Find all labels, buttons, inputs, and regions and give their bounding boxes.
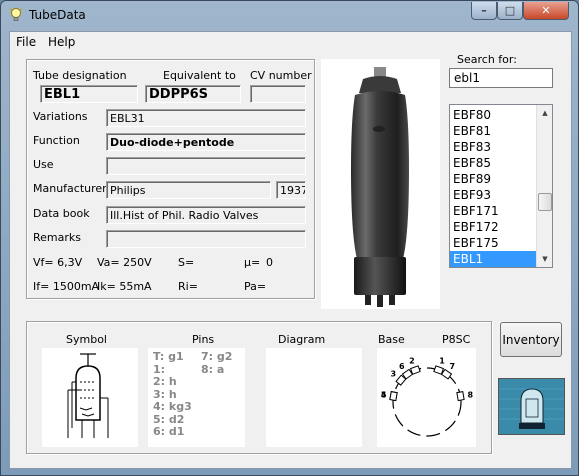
pa-spec: Pa= [244, 280, 267, 293]
data-book-field[interactable]: Ill.Hist of Phil. Radio Valves [106, 206, 306, 224]
search-input[interactable] [449, 68, 553, 88]
search-label: Search for: [457, 53, 517, 66]
minimize-button[interactable]: – [471, 2, 497, 20]
list-item[interactable]: EBL1 [450, 251, 538, 267]
pins-panel: T: g1 1: 2: h 3: h 4: kg3 5: d2 6: d1 7:… [148, 348, 245, 447]
client-area: File Help Tube designation Equivalent to… [9, 31, 572, 469]
pins-label: Pins [192, 333, 215, 346]
menu-help[interactable]: Help [48, 35, 75, 49]
scroll-down-icon[interactable]: ▼ [537, 251, 552, 267]
vf-spec: Vf= 6,3V [33, 256, 83, 269]
base-type-label: P8SC [442, 333, 471, 346]
tube-designation-label: Tube designation [33, 69, 127, 82]
list-item[interactable]: EBF85 [450, 155, 538, 171]
window-title: TubeData [29, 8, 86, 22]
s-spec: S= [178, 256, 195, 269]
function-field[interactable]: Duo-diode+pentode [106, 133, 306, 151]
cv-number-label: CV number [250, 69, 312, 82]
pin-4: 4: kg3 [153, 400, 192, 413]
pin-8: 8: a [201, 362, 225, 376]
cv-number-field[interactable] [250, 85, 306, 103]
base-pin-label: 6 [399, 362, 405, 371]
base-pin-label: 7 [449, 362, 455, 371]
base-diagram: 12345678 [377, 348, 476, 447]
mu-value: 0 [266, 256, 273, 269]
data-book-label: Data book [33, 207, 90, 220]
base-pinout-icon: 123456 78 [381, 357, 474, 437]
ik-spec: Ik= 55mA [97, 280, 152, 293]
diagram-panel [266, 348, 362, 447]
variations-label: Variations [33, 110, 88, 123]
tube-symbol [42, 348, 138, 447]
tube-photo [321, 59, 440, 309]
close-button[interactable]: ✕ [523, 2, 569, 20]
manufacturer-field[interactable]: Philips [106, 181, 271, 199]
app-window: TubeData – □ ✕ File Help Tube designatio… [0, 0, 579, 476]
base-pin [456, 391, 465, 402]
tube-designation-field[interactable]: EBL1 [40, 85, 138, 103]
pinout-group: Symbol Pins Diagram Base P8SC T: g1 1: 2… [26, 321, 492, 454]
variations-field[interactable]: EBL31 [106, 109, 306, 127]
scroll-up-icon[interactable]: ▲ [537, 105, 552, 121]
lightbulb-icon [9, 8, 23, 21]
pin-t: T: g1 [153, 350, 184, 363]
pentode-symbol-icon [67, 353, 109, 438]
pin-7: 7: g2 [201, 350, 233, 363]
list-item[interactable]: EBF172 [450, 219, 538, 235]
base-pin-label: 2 [409, 357, 415, 366]
remarks-field[interactable] [106, 230, 306, 248]
menu-bar: File Help [10, 32, 571, 52]
va-spec: Va= 250V [97, 256, 152, 269]
title-bar[interactable]: TubeData – □ ✕ [1, 1, 578, 29]
menu-file[interactable]: File [16, 35, 36, 49]
tube-logo-icon [499, 379, 564, 434]
tubedata-logo [498, 378, 565, 435]
year-field[interactable]: 1937 [276, 181, 306, 199]
list-item[interactable]: EBF175 [450, 235, 538, 251]
base-label: Base [378, 333, 405, 346]
symbol-label: Symbol [66, 333, 107, 346]
ri-spec: Ri= [178, 280, 198, 293]
list-item[interactable]: EBF171 [450, 203, 538, 219]
equivalent-to-label: Equivalent to [163, 69, 236, 82]
list-item[interactable]: EBF89 [450, 171, 538, 187]
list-item[interactable]: EBF93 [450, 187, 538, 203]
diagram-label: Diagram [278, 333, 326, 346]
use-label: Use [33, 158, 54, 171]
tube-list-scrollbar[interactable]: ▲ ▼ [536, 105, 552, 267]
function-label: Function [33, 134, 80, 147]
use-field[interactable] [106, 157, 306, 175]
remarks-label: Remarks [33, 231, 81, 244]
base-pin-label: 8 [468, 390, 474, 399]
maximize-button[interactable]: □ [497, 2, 523, 20]
pins-column-1: T: g1 1: 2: h 3: h 4: kg3 5: d2 6: d1 [153, 350, 192, 439]
mu-spec: µ= [244, 256, 261, 269]
list-item[interactable]: EBF80 [450, 107, 538, 123]
list-item[interactable]: EBF83 [450, 139, 538, 155]
scroll-thumb[interactable] [538, 193, 552, 211]
list-item[interactable]: EBF81 [450, 123, 538, 139]
base-pin-label: 5 [381, 390, 387, 399]
base-pin [389, 391, 398, 402]
inventory-button[interactable]: Inventory [500, 322, 562, 357]
pins-column-2: 7: g2 8: a [201, 350, 233, 376]
pin-6: 6: d1 [153, 425, 185, 438]
tube-info-group: Tube designation Equivalent to CV number… [26, 59, 315, 299]
pin-2: 2: h [153, 375, 177, 388]
manufacturer-label: Manufacturer [33, 182, 107, 195]
if-spec: If= 1500mA [33, 280, 100, 293]
base-pin-label: 3 [391, 370, 397, 379]
tube-list[interactable]: EBF80 EBF81 EBF83 EBF85 EBF89 EBF93 EBF171 EBF1… [449, 104, 553, 268]
equivalent-to-field[interactable]: DDPP6S [145, 85, 241, 103]
base-pin-label: 1 [439, 357, 445, 366]
